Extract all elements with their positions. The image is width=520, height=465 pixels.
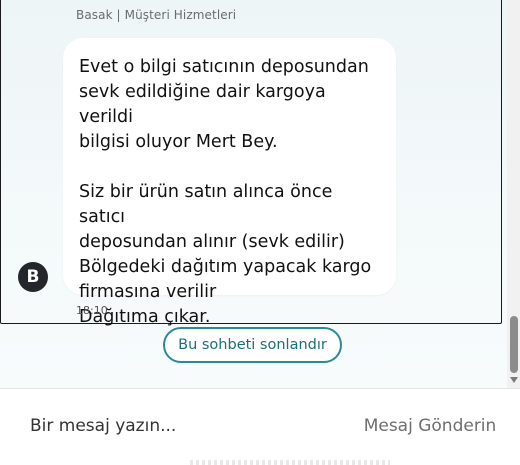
end-chat-button[interactable]: Bu sohbeti sonlandır [163,327,342,363]
message-input[interactable] [18,409,362,443]
message-text: Evet o bilgi satıcının deposundan sevk e… [79,57,372,327]
sender-name: Basak | Müşteri Hizmetleri [76,8,237,22]
message-bubble: Evet o bilgi satıcının deposundan sevk e… [63,38,396,327]
message-timestamp: 18:10 [76,304,108,317]
message-list[interactable]: Basak | Müşteri Hizmetleri Evet o bilgi … [0,0,508,388]
message-composer: Mesaj Gönderin [0,388,520,465]
scrollbar[interactable] [507,0,520,388]
chevron-down-icon[interactable] [510,377,518,383]
divider [190,460,390,465]
scrollbar-thumb[interactable] [510,316,518,373]
chat-window: Basak | Müşteri Hizmetleri Evet o bilgi … [0,0,520,465]
avatar: B [18,262,48,292]
message-group: Basak | Müşteri Hizmetleri Evet o bilgi … [0,0,502,327]
send-button[interactable]: Mesaj Gönderin [350,409,510,443]
